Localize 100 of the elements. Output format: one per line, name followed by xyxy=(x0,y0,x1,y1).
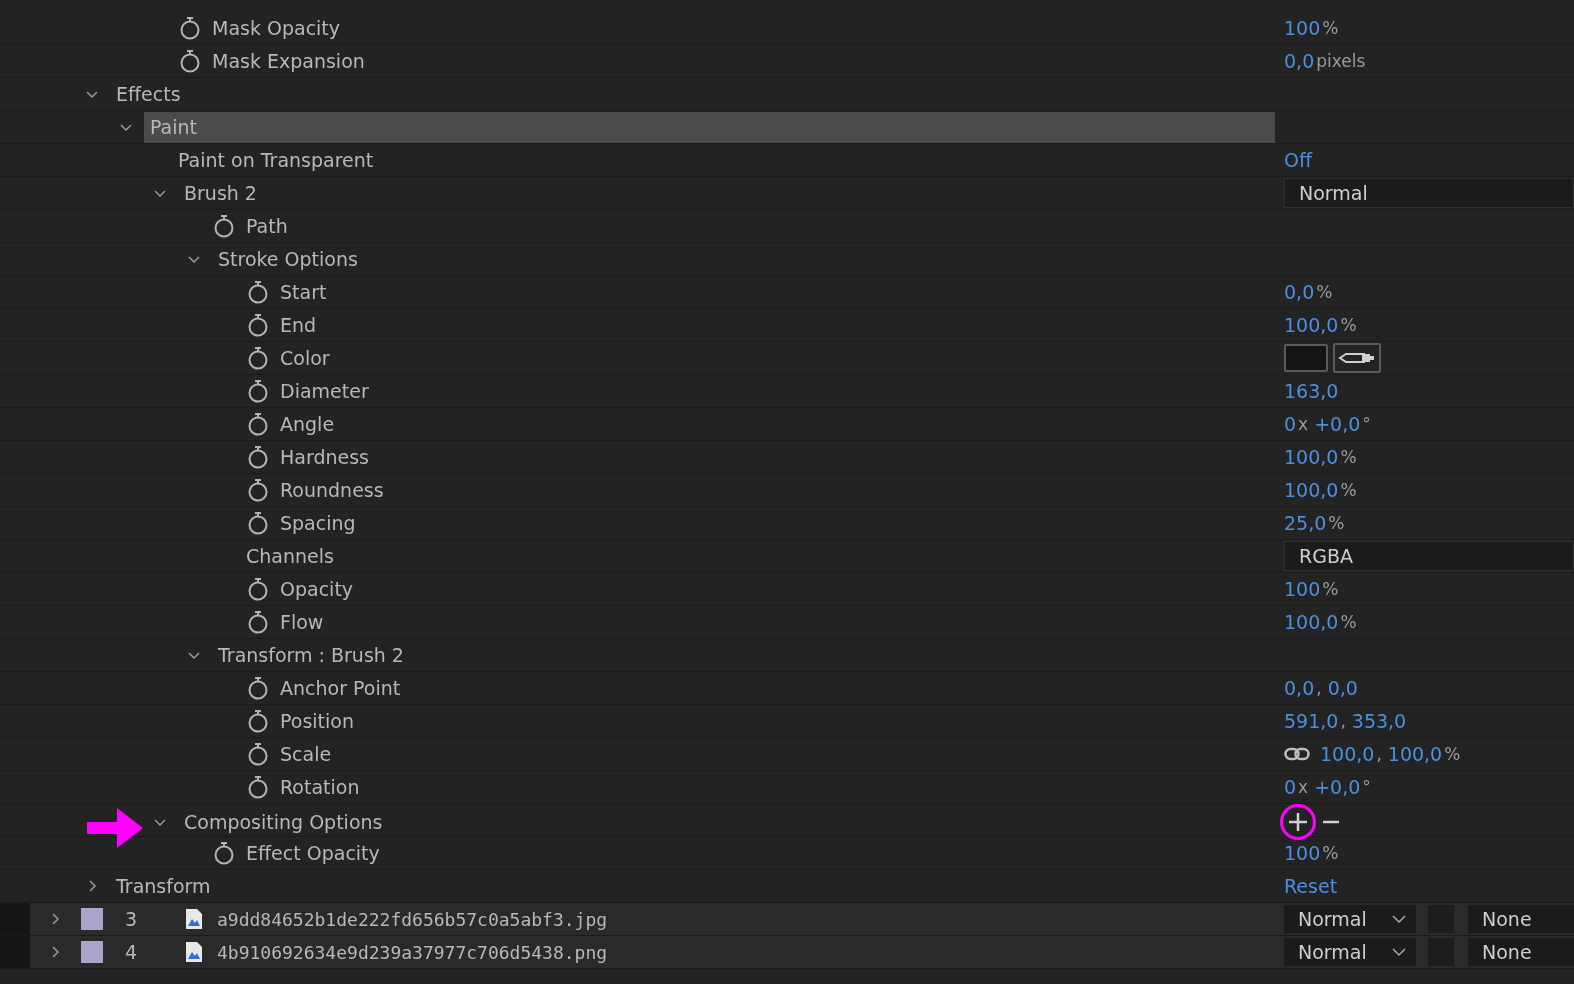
label-color-swatch[interactable] xyxy=(81,941,103,963)
minus-icon xyxy=(1322,820,1340,824)
property-value[interactable]: 100,0 xyxy=(1284,314,1339,336)
property-name[interactable]: Paint on Transparent xyxy=(172,144,380,176)
property-value[interactable]: 163,0 xyxy=(1284,380,1339,402)
property-name[interactable]: Paint xyxy=(144,112,1275,143)
unit-label: , xyxy=(1340,711,1346,731)
unit-label: % xyxy=(1444,744,1461,764)
property-name[interactable]: Effect Opacity xyxy=(240,837,386,869)
reset-link[interactable]: Reset xyxy=(1284,875,1338,897)
layer-number: 3 xyxy=(124,908,139,930)
unit-label: % xyxy=(1316,282,1333,302)
property-name[interactable]: Angle xyxy=(274,408,341,440)
property-name[interactable]: Mask Opacity xyxy=(206,12,347,44)
stopwatch-icon[interactable] xyxy=(179,16,201,40)
property-name[interactable]: Stroke Options xyxy=(212,243,364,275)
layer-name[interactable]: 4b910692634e9d239a37977c706d5438.png xyxy=(217,941,608,963)
image-file-icon xyxy=(185,941,203,963)
blend-mode-dropdown[interactable]: Normal xyxy=(1284,905,1416,933)
unit-label: , xyxy=(1316,678,1322,698)
property-value[interactable]: 100,0 xyxy=(1387,743,1443,765)
layer-number: 4 xyxy=(124,941,139,963)
unit-label: % xyxy=(1322,18,1339,38)
unit-label: % xyxy=(1340,315,1357,335)
property-value[interactable]: 100,0 xyxy=(1284,611,1339,633)
property-name[interactable]: Opacity xyxy=(274,573,360,605)
property-name[interactable]: Transform xyxy=(110,870,217,902)
property-name[interactable]: Brush 2 xyxy=(178,177,263,209)
stopwatch-icon[interactable] xyxy=(247,610,269,634)
property-value[interactable]: 0,0 xyxy=(1284,50,1315,72)
caret-icon xyxy=(1392,947,1406,957)
property-name[interactable]: Path xyxy=(240,210,294,242)
property-name[interactable]: Flow xyxy=(274,606,330,638)
property-name[interactable]: Color xyxy=(274,342,336,374)
property-name[interactable]: Position xyxy=(274,705,360,737)
property-value[interactable]: 100,0 xyxy=(1320,743,1375,765)
stopwatch-icon[interactable] xyxy=(247,445,269,469)
layer-name[interactable]: a9dd84652b1de222fd656b57c0a5abf3.jpg xyxy=(217,908,608,930)
chain-link-icon[interactable] xyxy=(1284,746,1310,762)
property-value[interactable]: 100 xyxy=(1284,578,1321,600)
unit-label: x xyxy=(1298,777,1309,797)
stopwatch-icon[interactable] xyxy=(247,478,269,502)
property-value[interactable]: Off xyxy=(1284,149,1313,171)
property-value[interactable]: 591,0 xyxy=(1284,710,1339,732)
property-name[interactable]: Spacing xyxy=(274,507,362,539)
unit-label: ° xyxy=(1362,414,1371,434)
property-name[interactable]: Compositing Options xyxy=(178,806,389,838)
property-name[interactable]: Transform : Brush 2 xyxy=(212,639,410,671)
property-value[interactable]: 25,0 xyxy=(1284,512,1327,534)
property-name[interactable]: Hardness xyxy=(274,441,375,473)
unit-label: % xyxy=(1328,513,1345,533)
stopwatch-icon[interactable] xyxy=(247,313,269,337)
property-value[interactable]: 353,0 xyxy=(1351,710,1407,732)
property-value[interactable]: 100 xyxy=(1284,17,1321,39)
property-value[interactable]: 0,0 xyxy=(1284,281,1315,303)
eyedropper-button[interactable] xyxy=(1333,343,1381,373)
property-value[interactable]: 0,0 xyxy=(1284,677,1315,699)
property-value[interactable]: 100,0 xyxy=(1284,446,1339,468)
dropdown-field[interactable]: Normal xyxy=(1284,178,1574,208)
add-button[interactable] xyxy=(1280,804,1316,840)
property-value[interactable]: +0,0 xyxy=(1314,413,1361,435)
property-value[interactable]: 0,0 xyxy=(1327,677,1358,699)
property-name[interactable]: Effects xyxy=(110,78,187,110)
stopwatch-icon[interactable] xyxy=(213,841,235,865)
stopwatch-icon[interactable] xyxy=(247,742,269,766)
track-matte-dropdown[interactable]: None xyxy=(1468,938,1574,966)
stopwatch-icon[interactable] xyxy=(179,49,201,73)
stopwatch-icon[interactable] xyxy=(247,775,269,799)
label-color-swatch[interactable] xyxy=(81,908,103,930)
property-name[interactable]: Rotation xyxy=(274,771,366,803)
track-matte-dropdown[interactable]: None xyxy=(1468,905,1574,933)
property-name[interactable]: Roundness xyxy=(274,474,390,506)
stopwatch-icon[interactable] xyxy=(247,346,269,370)
stopwatch-icon[interactable] xyxy=(247,676,269,700)
blend-mode-dropdown[interactable]: Normal xyxy=(1284,938,1416,966)
stopwatch-icon[interactable] xyxy=(247,577,269,601)
stopwatch-icon[interactable] xyxy=(247,511,269,535)
stopwatch-icon[interactable] xyxy=(213,214,235,238)
property-value[interactable]: 0 xyxy=(1284,413,1297,435)
property-name[interactable]: Scale xyxy=(274,738,338,770)
property-name[interactable]: Channels xyxy=(240,540,340,572)
stopwatch-icon[interactable] xyxy=(247,412,269,436)
unit-label: , xyxy=(1376,744,1382,764)
property-name[interactable]: End xyxy=(274,309,323,341)
property-value[interactable]: 0 xyxy=(1284,776,1297,798)
color-swatch[interactable] xyxy=(1284,344,1328,372)
property-name[interactable]: Anchor Point xyxy=(274,672,407,704)
dropdown-field[interactable]: RGBA xyxy=(1284,541,1574,571)
property-value[interactable]: 100 xyxy=(1284,842,1321,864)
property-value[interactable]: 100,0 xyxy=(1284,479,1339,501)
stopwatch-icon[interactable] xyxy=(247,709,269,733)
stopwatch-icon[interactable] xyxy=(247,379,269,403)
caret-icon xyxy=(1392,914,1406,924)
stopwatch-icon[interactable] xyxy=(247,280,269,304)
unit-label: % xyxy=(1340,480,1357,500)
property-name[interactable]: Diameter xyxy=(274,375,375,407)
unit-label: ° xyxy=(1362,777,1371,797)
property-name[interactable]: Mask Expansion xyxy=(206,45,371,77)
property-value[interactable]: +0,0 xyxy=(1314,776,1361,798)
property-name[interactable]: Start xyxy=(274,276,333,308)
